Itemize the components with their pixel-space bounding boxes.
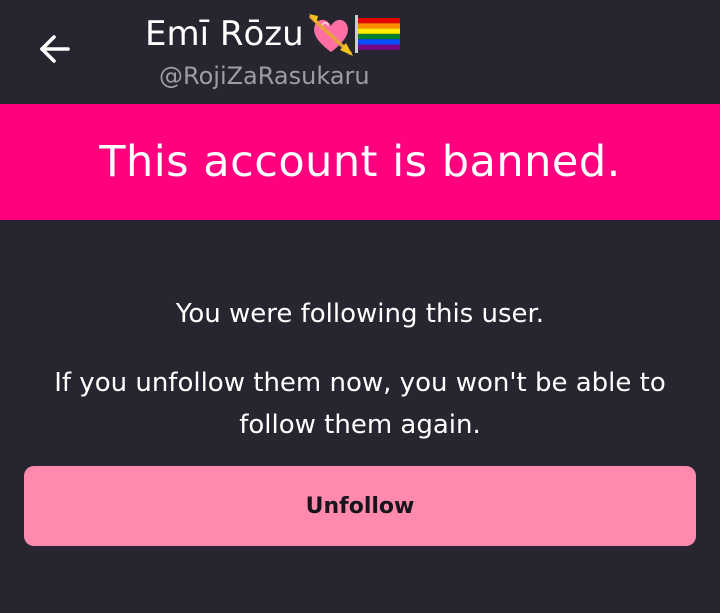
unfollow-warning: If you unfollow them now, you won't be a…	[54, 368, 666, 440]
rainbow-flag-icon	[354, 15, 400, 53]
unfollow-button[interactable]: Unfollow	[24, 466, 696, 546]
banned-banner-text: This account is banned.	[99, 137, 621, 187]
profile-header: Emī Rōzu @RojiZaRasukaru	[0, 0, 720, 104]
banned-banner: This account is banned.	[0, 104, 720, 220]
display-name-row: Emī Rōzu	[145, 12, 402, 56]
display-name: Emī Rōzu	[145, 14, 304, 54]
arrow-left-icon	[40, 35, 70, 63]
back-button[interactable]	[34, 28, 76, 70]
following-notice: You were following this user.	[175, 299, 545, 329]
name-emojis	[308, 12, 402, 56]
heart-with-arrow-icon	[308, 14, 353, 56]
user-handle: @RojiZaRasukaru	[159, 62, 370, 90]
unfollow-button-label: Unfollow	[305, 493, 415, 519]
